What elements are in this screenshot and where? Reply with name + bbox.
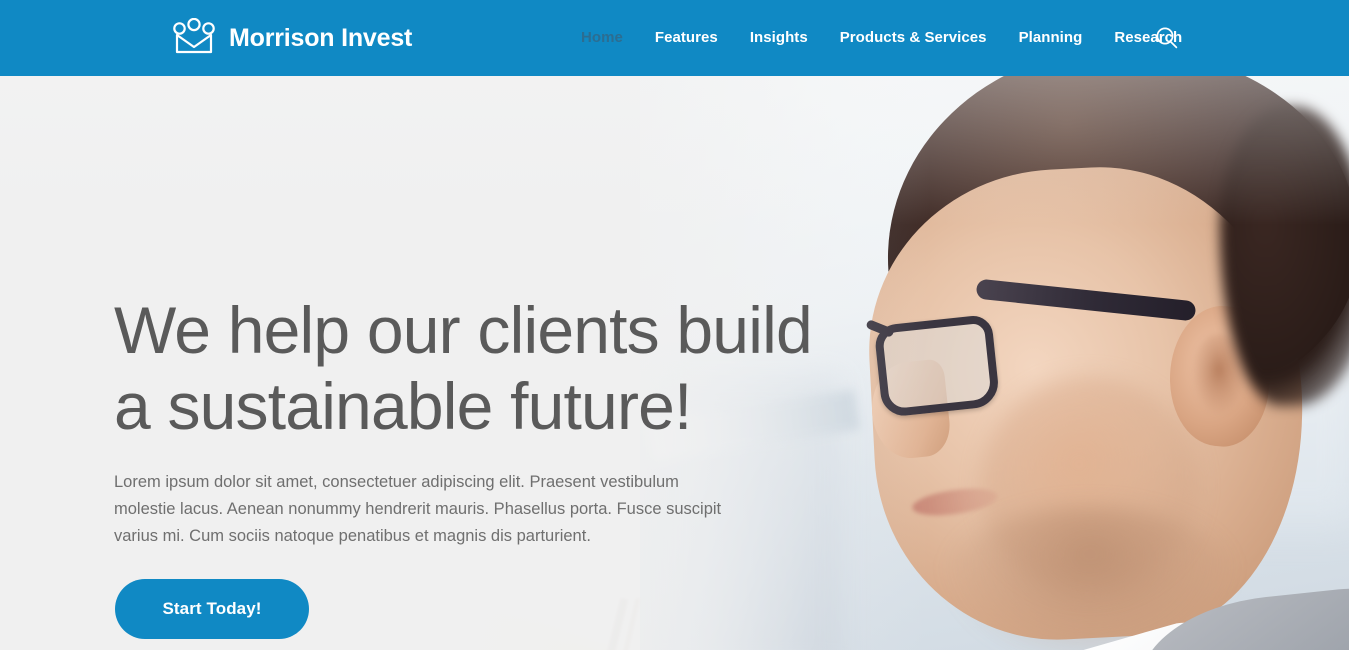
nav-link-insights[interactable]: Insights xyxy=(734,0,824,76)
hero-headline: We help our clients build a sustainable … xyxy=(114,293,813,443)
nav-link-research[interactable]: Research xyxy=(1098,0,1198,76)
nav-link-home[interactable]: Home xyxy=(565,0,639,76)
search-icon xyxy=(1154,25,1180,51)
hero-section: We help our clients build a sustainable … xyxy=(0,76,1349,650)
main-navigation: Home Features Insights Products & Servic… xyxy=(565,0,1198,76)
start-today-button[interactable]: Start Today! xyxy=(115,579,309,639)
nav-link-products-services[interactable]: Products & Services xyxy=(824,0,1003,76)
hero-paragraph: Lorem ipsum dolor sit amet, consectetuer… xyxy=(114,473,722,545)
search-button[interactable] xyxy=(1152,0,1182,76)
crown-icon xyxy=(172,18,216,58)
brand-logo-link[interactable]: Morrison Invest xyxy=(172,0,412,76)
hero-copy: We help our clients build a sustainable … xyxy=(114,76,814,650)
nav-link-features[interactable]: Features xyxy=(639,0,734,76)
brand-name: Morrison Invest xyxy=(229,23,413,52)
nav-link-planning[interactable]: Planning xyxy=(1003,0,1099,76)
site-header: Morrison Invest Home Features Insights P… xyxy=(0,0,1349,76)
